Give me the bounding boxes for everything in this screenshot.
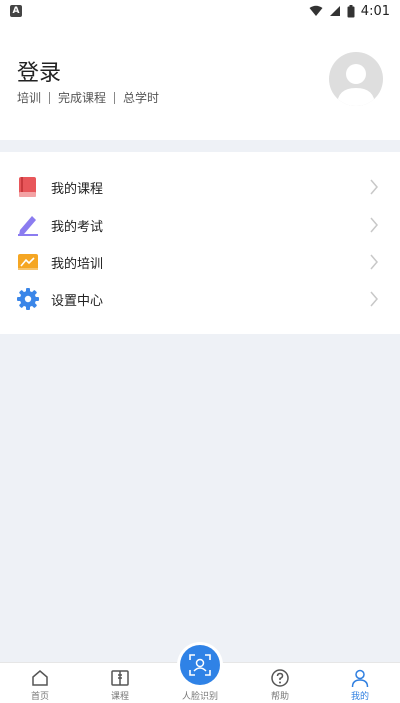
app-notification-icon: A [10,5,22,17]
login-link[interactable]: 登录 [17,55,61,87]
face-recognition-circle [180,645,220,685]
help-icon [271,669,289,687]
training-icon [18,254,38,270]
menu-list: 我的课程 我的考试 我的培训 设置中心 [0,152,400,334]
wifi-icon [309,5,323,16]
battery-icon [347,4,355,17]
face-recognition-button[interactable] [177,642,223,688]
chevron-right-icon [370,217,378,233]
tab-label: 帮助 [270,692,289,702]
status-time: 4:01 [360,3,390,19]
stat-training: 培训 [17,91,42,105]
tab-label: 首页 [30,692,49,702]
menu-label: 我的培训 [51,256,104,272]
stat-divider [114,91,116,104]
status-bar: A 4:01 [0,0,400,22]
profile-icon [351,669,369,688]
tab-help[interactable]: 帮助 [250,668,310,702]
tab-profile[interactable]: 我的 [330,668,390,702]
tab-home[interactable]: 首页 [10,668,70,702]
pencil-icon [18,216,38,236]
tab-label: 课程 [110,692,129,702]
stats-row: 培训 完成课程 总学时 [17,89,159,106]
menu-label: 我的考试 [51,219,104,235]
menu-item-my-courses[interactable]: 我的课程 [0,169,400,205]
menu-item-settings[interactable]: 设置中心 [0,281,400,317]
avatar[interactable] [329,52,383,106]
stat-completed-courses: 完成课程 [58,91,107,105]
menu-label: 我的课程 [51,181,104,197]
user-placeholder-icon [337,64,375,106]
face-scan-icon [189,654,211,676]
course-icon [111,670,129,686]
stat-divider [49,91,51,104]
stat-total-hours: 总学时 [123,91,160,105]
tab-label: 我的 [350,692,369,702]
tab-courses[interactable]: 课程 [90,668,150,702]
face-recognition-label: 人脸识别 [181,692,218,702]
chevron-right-icon [370,254,378,270]
menu-item-my-exams[interactable]: 我的考试 [0,207,400,243]
home-icon [32,670,48,686]
menu-label: 设置中心 [51,293,104,309]
book-icon [19,177,36,197]
signal-icon [329,6,340,16]
gear-icon [17,288,39,310]
chevron-right-icon [370,291,378,307]
chevron-right-icon [370,179,378,195]
profile-header: 登录 培训 完成课程 总学时 [0,22,400,140]
menu-item-my-training[interactable]: 我的培训 [0,244,400,280]
